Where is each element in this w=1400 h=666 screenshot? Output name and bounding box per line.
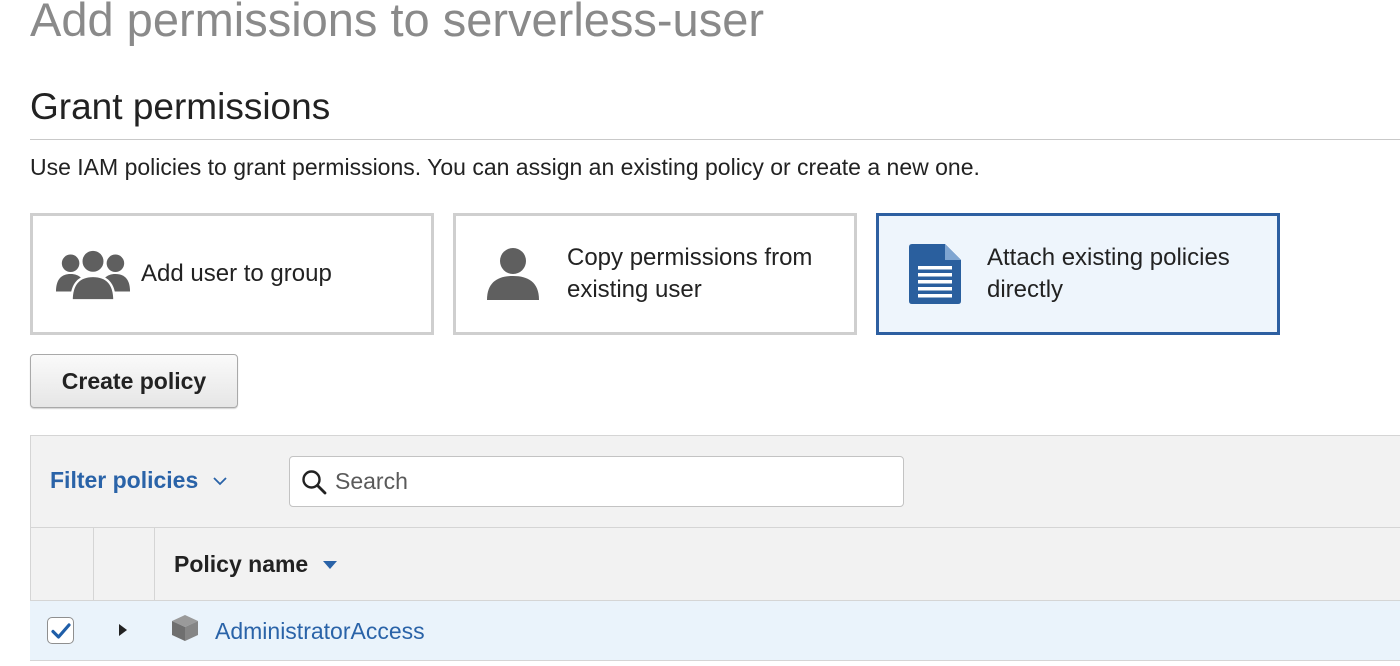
search-field[interactable] [289,456,904,507]
document-icon [907,243,963,305]
option-label: Attach existing policies directly [987,242,1230,306]
option-label-line-2: directly [987,276,1064,303]
filter-policies-label: Filter policies [50,467,199,493]
option-add-user-to-group[interactable]: Add user to group [30,213,434,335]
chevron-down-icon [212,476,228,486]
user-icon [485,246,541,302]
option-attach-existing-policies[interactable]: Attach existing policies directly [876,213,1280,335]
option-copy-permissions[interactable]: Copy permissions from existing user [453,213,857,335]
option-label-line-1: Attach existing policies [987,244,1230,271]
expand-caret-icon[interactable] [118,623,128,637]
option-label: Add user to group [141,260,332,287]
option-label: Copy permissions from existing user [567,242,812,306]
row-checkbox[interactable] [47,617,74,644]
aws-managed-policy-icon [170,613,200,643]
section-divider [30,139,1400,140]
sort-descending-icon [322,560,338,570]
search-input[interactable] [335,468,875,495]
search-icon [301,469,327,495]
filter-policies-dropdown[interactable]: Filter policies [50,467,228,494]
option-label-line-2: existing user [567,276,702,303]
create-policy-button[interactable]: Create policy [30,354,238,408]
user-group-icon [55,246,131,302]
checkmark-icon [50,622,71,639]
page-title: Add permissions to serverless-user [30,0,764,46]
column-header-policy-name[interactable]: Policy name [174,551,338,578]
grant-permissions-heading: Grant permissions [30,86,331,127]
add-permissions-page: Add permissions to serverless-user Grant… [0,0,1400,666]
table-header: Policy name [30,527,1400,601]
grant-permissions-description: Use IAM policies to grant permissions. Y… [30,154,980,180]
table-row[interactable]: AdministratorAccess [30,601,1400,661]
policy-name-link[interactable]: AdministratorAccess [215,618,425,645]
filter-bar: Filter policies [30,435,1400,527]
column-header-label: Policy name [174,551,309,577]
column-divider [154,528,155,600]
column-divider [93,528,94,600]
option-label-line-1: Copy permissions from [567,244,813,271]
